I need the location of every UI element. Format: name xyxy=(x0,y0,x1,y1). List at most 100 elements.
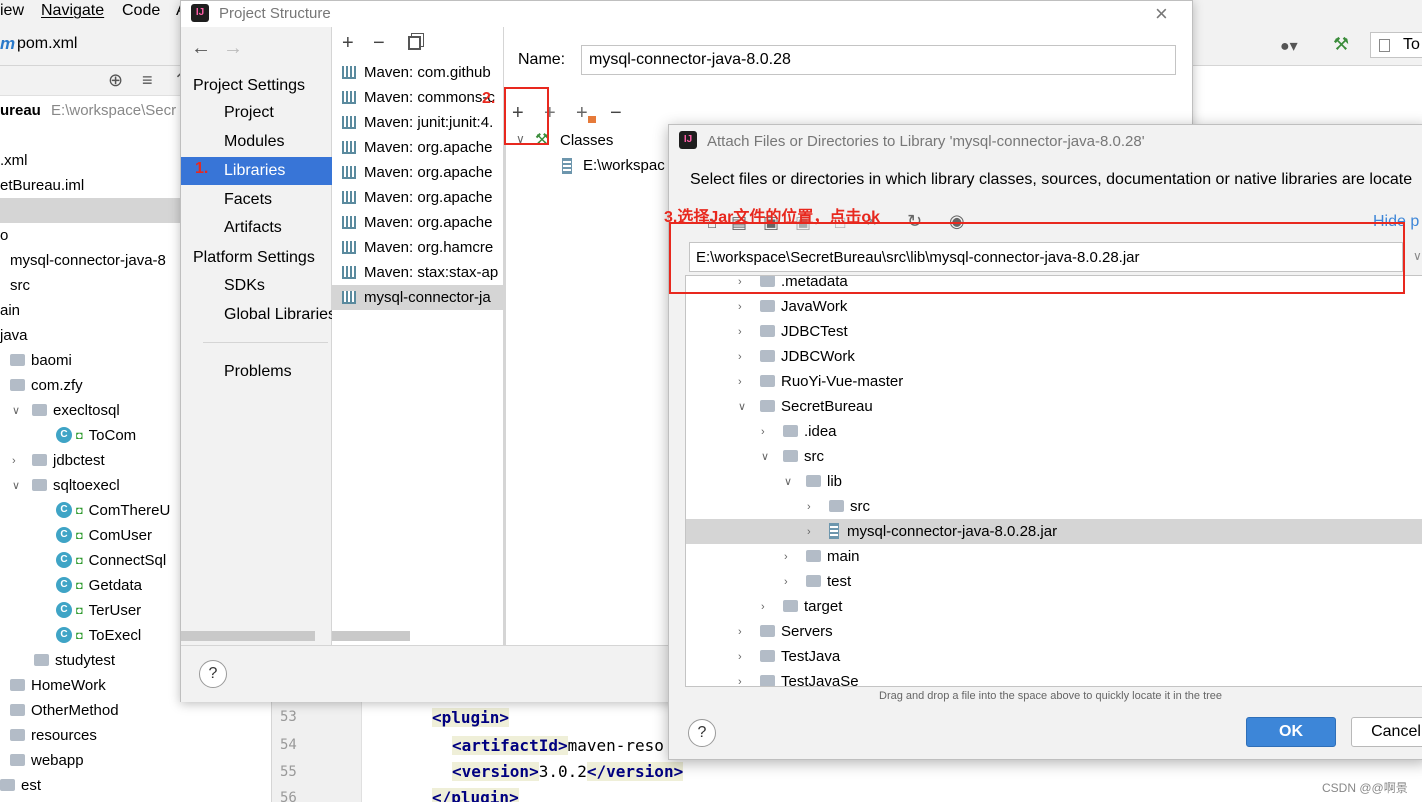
tree-item[interactable]: java xyxy=(0,323,28,348)
tree-item[interactable]: C ◘ ComUser xyxy=(0,523,152,548)
chevron-right-icon[interactable]: › xyxy=(738,320,760,345)
remove-entry-icon[interactable]: − xyxy=(610,103,622,123)
folder-item[interactable]: › JDBCTest xyxy=(686,319,1422,344)
classes-label[interactable]: Classes xyxy=(560,132,613,149)
folder-item[interactable]: › RuoYi-Vue-master xyxy=(686,369,1422,394)
library-list-item[interactable]: mysql-connector-ja xyxy=(332,285,503,310)
chevron-right-icon[interactable]: › xyxy=(807,520,829,545)
library-list-item[interactable]: Maven: stax:stax-ap xyxy=(332,260,503,285)
library-list-item[interactable]: Maven: org.apache xyxy=(332,185,503,210)
project-root[interactable]: ureau E:\workspace\Secr xyxy=(0,98,176,123)
run-config-select[interactable]: To xyxy=(1370,32,1422,58)
library-list-item[interactable]: Maven: com.github xyxy=(332,60,503,85)
sidebar-item-problems[interactable]: Problems xyxy=(224,363,292,381)
folder-item[interactable]: › test xyxy=(686,569,1422,594)
chevron-down-icon[interactable]: ∨ xyxy=(761,445,783,470)
tree-item[interactable]: C ◘ ComThereU xyxy=(0,498,170,523)
tree-item[interactable]: › jdbctest xyxy=(0,448,105,473)
tree-item[interactable]: resources xyxy=(0,723,97,748)
sidebar-item-artifacts[interactable]: Artifacts xyxy=(224,219,282,237)
tree-item[interactable]: studytest xyxy=(0,648,115,673)
folder-item[interactable]: ∨ lib xyxy=(686,469,1422,494)
library-list-item[interactable]: Maven: junit:junit:4. xyxy=(332,110,503,135)
folder-item[interactable]: ∨ SecretBureau xyxy=(686,394,1422,419)
library-list-item[interactable]: Maven: commons-c xyxy=(332,85,503,110)
tree-item[interactable]: C ◘ ToExecl xyxy=(0,623,141,648)
chevron-down-icon[interactable]: ∨ xyxy=(12,474,24,499)
chevron-down-icon[interactable]: ∨ xyxy=(12,399,24,424)
chevron-right-icon[interactable]: › xyxy=(761,420,783,445)
folder-item[interactable]: › .idea xyxy=(686,419,1422,444)
folder-item[interactable]: › JavaWork xyxy=(686,294,1422,319)
tree-item[interactable]: ain xyxy=(0,298,20,323)
chevron-right-icon[interactable]: › xyxy=(12,449,24,474)
tree-item[interactable]: baomi xyxy=(0,348,72,373)
folder-item[interactable]: › main xyxy=(686,544,1422,569)
add-jar-icon[interactable]: + xyxy=(576,103,588,123)
help-button[interactable]: ? xyxy=(688,719,716,747)
tree-item[interactable]: OtherMethod xyxy=(0,698,119,723)
tree-item[interactable]: ∨ sqltoexecl xyxy=(0,473,120,498)
tree-item[interactable]: ∨ execltosql xyxy=(0,398,120,423)
chevron-right-icon[interactable]: › xyxy=(738,345,760,370)
chevron-right-icon[interactable]: › xyxy=(761,595,783,620)
folder-item[interactable]: › JDBCWork xyxy=(686,344,1422,369)
chevron-down-icon[interactable]: ∨ xyxy=(784,470,806,495)
cancel-button[interactable]: Cancel xyxy=(1351,717,1422,747)
folder-item[interactable]: › TestJavaSe xyxy=(686,669,1422,686)
list-scrollbar[interactable] xyxy=(332,631,410,641)
chevron-right-icon[interactable]: › xyxy=(738,670,760,686)
tree-item[interactable]: src xyxy=(0,273,30,298)
tree-item[interactable]: HomeWork xyxy=(0,673,106,698)
folder-item[interactable]: › Servers xyxy=(686,619,1422,644)
library-list-item[interactable]: Maven: org.hamcre xyxy=(332,235,503,260)
sidebar-item-modules[interactable]: Modules xyxy=(224,133,284,151)
sidebar-item-global-libraries[interactable]: Global Libraries xyxy=(224,306,336,324)
file-tab-pom[interactable]: pom.xml xyxy=(17,35,77,53)
ok-button[interactable]: OK xyxy=(1246,717,1336,747)
code-editor[interactable]: <plugin> <artifactId>maven-reso <version… xyxy=(362,700,684,802)
file-tree[interactable]: › .metadata › JavaWork › JDBCTest › JDBCWork › Ru… xyxy=(685,275,1422,687)
tree-item[interactable]: o xyxy=(0,223,8,248)
tree-item[interactable]: mysql-connector-java-8 xyxy=(0,248,166,273)
locate-icon[interactable]: ⊕ xyxy=(108,70,123,91)
menu-navigate[interactable]: Navigate xyxy=(41,2,104,20)
sidebar-item-project[interactable]: Project xyxy=(224,104,274,122)
folder-item[interactable]: › target xyxy=(686,594,1422,619)
remove-library-icon[interactable]: − xyxy=(373,33,385,53)
path-history-dropdown-icon[interactable]: ∨ xyxy=(1413,249,1422,263)
tree-item[interactable]: C ◘ ToCom xyxy=(0,423,136,448)
library-list-item[interactable]: Maven: org.apache xyxy=(332,210,503,235)
help-button[interactable]: ? xyxy=(199,660,227,688)
jar-file-item[interactable]: › mysql-connector-java-8.0.28.jar xyxy=(686,519,1422,544)
tree-item[interactable]: webapp xyxy=(0,748,84,773)
chevron-down-icon[interactable]: ∨ xyxy=(738,395,760,420)
menu-code[interactable]: Code xyxy=(122,2,160,20)
tree-item[interactable]: etBureau.iml xyxy=(0,173,84,198)
tree-item[interactable]: C ◘ TerUser xyxy=(0,598,141,623)
chevron-right-icon[interactable]: › xyxy=(784,545,806,570)
library-list-item[interactable]: Maven: org.apache xyxy=(332,160,503,185)
user-icon[interactable]: ●▾ xyxy=(1280,36,1298,56)
add-library-icon[interactable]: + xyxy=(342,33,354,53)
tree-item[interactable]: C ◘ Getdata xyxy=(0,573,142,598)
chevron-right-icon[interactable]: › xyxy=(738,620,760,645)
tree-item[interactable]: .xml xyxy=(0,148,28,173)
tree-item[interactable]: com.zfy xyxy=(0,373,83,398)
chevron-right-icon[interactable]: › xyxy=(738,295,760,320)
build-hammer-icon[interactable]: ⚒ xyxy=(1333,34,1349,55)
chevron-right-icon[interactable]: › xyxy=(738,645,760,670)
forward-arrow-icon[interactable]: → xyxy=(223,37,243,60)
folder-item[interactable]: › TestJava xyxy=(686,644,1422,669)
library-list-item[interactable]: Maven: org.apache xyxy=(332,135,503,160)
sidebar-scrollbar[interactable] xyxy=(181,631,315,641)
tree-item[interactable]: C ◘ ConnectSql xyxy=(0,548,166,573)
back-arrow-icon[interactable]: ← xyxy=(191,37,211,60)
sidebar-item-sdks[interactable]: SDKs xyxy=(224,277,265,295)
chevron-right-icon[interactable]: › xyxy=(784,570,806,595)
menu-view[interactable]: iew xyxy=(0,2,24,20)
tree-item[interactable]: est xyxy=(0,773,41,798)
chevron-right-icon[interactable]: › xyxy=(738,370,760,395)
collapse-all-icon[interactable]: ≡ xyxy=(142,70,153,91)
library-name-input[interactable] xyxy=(581,45,1176,75)
